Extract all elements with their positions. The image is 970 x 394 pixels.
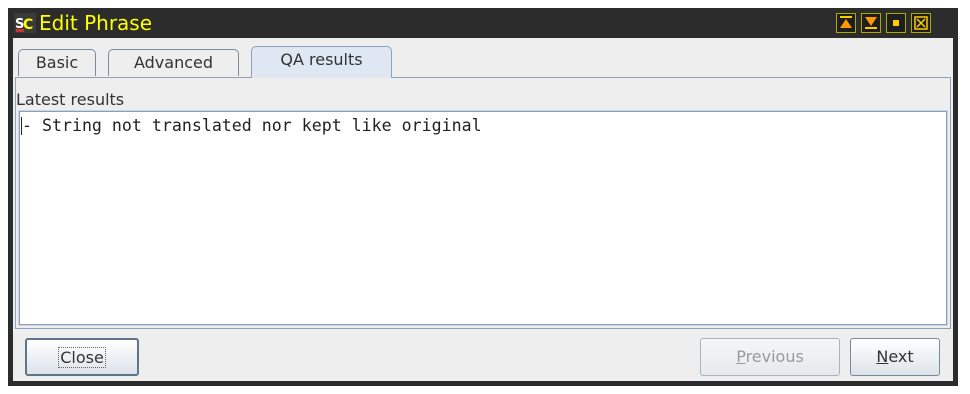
next-label-rest: ext — [888, 347, 914, 366]
close-icon — [914, 16, 928, 30]
previous-label-rest: revious — [745, 347, 804, 366]
move-top-icon — [840, 16, 852, 28]
previous-mnemonic: P — [736, 347, 746, 366]
restore-icon — [893, 20, 899, 26]
move-top-button[interactable] — [836, 13, 856, 33]
window-title: Edit Phrase — [39, 11, 153, 35]
tab-qa-results[interactable]: QA results — [251, 46, 392, 78]
close-button-label: Close — [58, 347, 106, 368]
qa-results-text: - String not translated nor kept like or… — [22, 116, 482, 135]
edit-phrase-window: S C Edit Phrase Basic Advanced QA result… — [8, 8, 958, 386]
previous-button[interactable]: Previous — [700, 338, 840, 376]
svg-text:C: C — [23, 17, 33, 33]
qa-results-textarea[interactable]: - String not translated nor kept like or… — [18, 110, 948, 326]
move-bottom-button[interactable] — [861, 13, 881, 33]
next-button[interactable]: Next — [850, 338, 940, 376]
close-button[interactable]: Close — [25, 338, 139, 376]
title-bar[interactable]: S C Edit Phrase — [8, 8, 958, 38]
tab-basic[interactable]: Basic — [18, 49, 96, 76]
latest-results-label: Latest results — [16, 90, 125, 109]
close-window-button[interactable] — [911, 13, 931, 33]
app-logo-icon: S C — [14, 13, 36, 33]
dialog-body: Basic Advanced QA results Latest results… — [13, 38, 953, 381]
next-mnemonic: N — [876, 347, 889, 366]
restore-button[interactable] — [886, 13, 906, 33]
tab-advanced[interactable]: Advanced — [108, 49, 239, 76]
move-bottom-icon — [865, 17, 877, 29]
